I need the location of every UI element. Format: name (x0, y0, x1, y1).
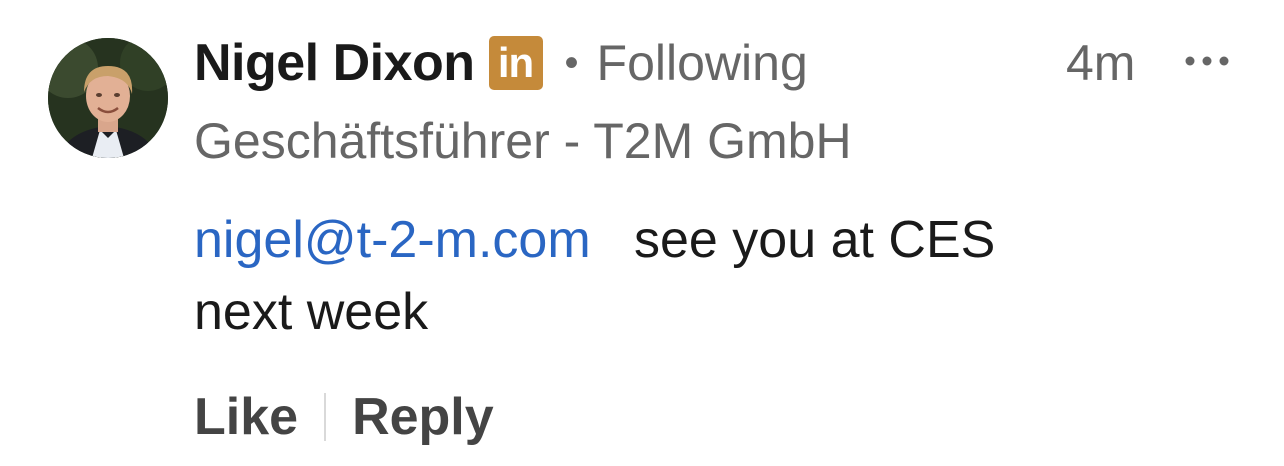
follow-status: Following (596, 35, 808, 91)
comment-text-line-2: next week (194, 283, 429, 341)
comment-timestamp: 4m (1066, 35, 1136, 91)
author-headline: Geschäftsführer - T2M GmbH (194, 113, 852, 169)
linkedin-icon: in (488, 36, 543, 90)
comment-item: Nigel Dixon in • Following 4m Geschäftsf… (0, 0, 1284, 466)
comment-header: Nigel Dixon in • Following (194, 30, 808, 96)
comment-actions: Like Reply (194, 384, 494, 450)
action-divider (324, 393, 327, 441)
linkedin-badge-label: in (497, 39, 534, 86)
comment-text: nigel@t-2-m.com see you at CES next week (194, 204, 1234, 348)
reply-button[interactable]: Reply (352, 387, 494, 447)
more-options-button[interactable] (1182, 46, 1232, 76)
avatar[interactable] (48, 38, 168, 158)
comment-text-line-1: see you at CES (634, 211, 996, 269)
author-name[interactable]: Nigel Dixon (194, 33, 475, 93)
like-button[interactable]: Like (194, 387, 298, 447)
separator-dot: • (564, 40, 579, 85)
mention-link[interactable]: nigel@t-2-m.com (194, 211, 591, 269)
more-options-icon (1185, 56, 1229, 66)
avatar-photo (48, 38, 168, 158)
